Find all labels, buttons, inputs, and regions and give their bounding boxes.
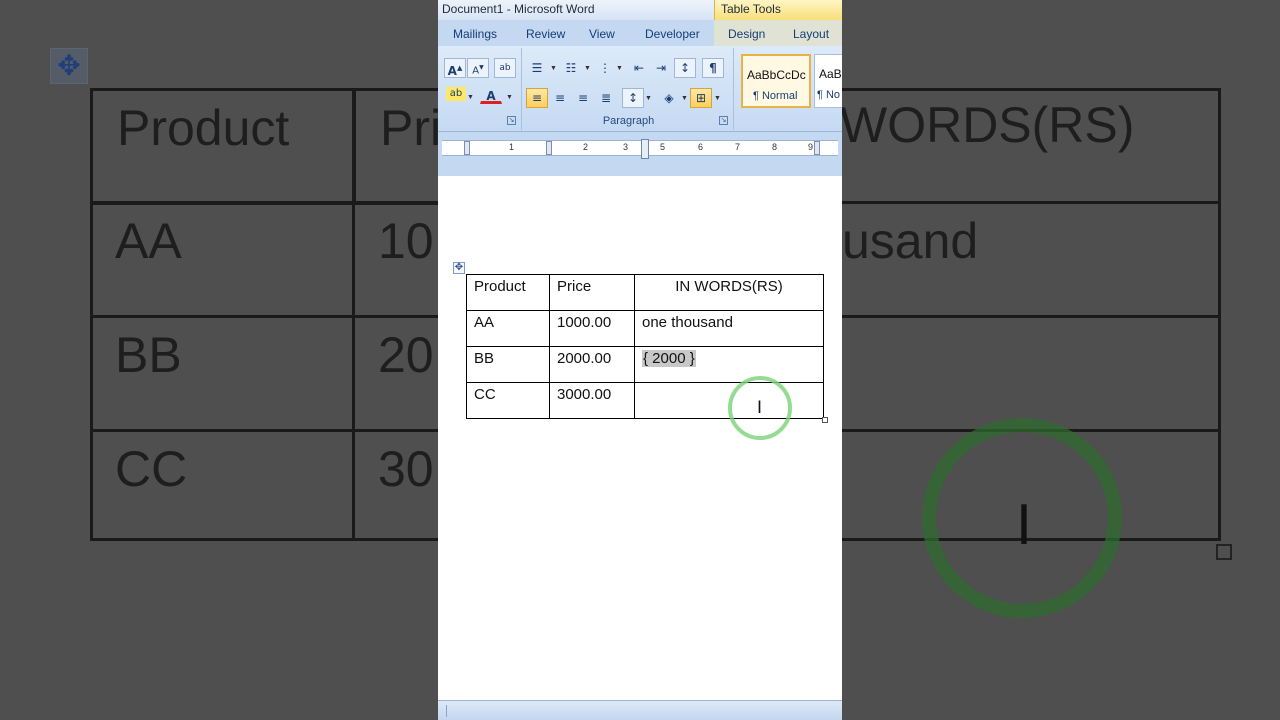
align-left-button[interactable]: ≡ bbox=[526, 88, 548, 108]
ruler-column-marker[interactable] bbox=[464, 141, 470, 155]
multilevel-list-button[interactable]: ⋮ bbox=[594, 58, 616, 78]
ruler-number: 7 bbox=[735, 142, 741, 152]
style-no-spacing-name: ¶ No bbox=[817, 89, 841, 101]
ibeam-cursor-icon: I bbox=[757, 398, 763, 418]
clear-format-button[interactable]: ab bbox=[494, 58, 516, 78]
bg-ibeam-cursor-icon: I bbox=[1016, 494, 1032, 557]
header-price[interactable]: Price bbox=[549, 274, 635, 311]
ribbon-tabs: Mailings Review View Developer Design La… bbox=[438, 20, 842, 46]
table-header-row: Product Price IN WORDS(RS) bbox=[466, 274, 824, 311]
word-window: Document1 - Microsoft Word Table Tools M… bbox=[438, 0, 842, 720]
paragraph-dialog-launcher-icon[interactable]: ↘ bbox=[719, 116, 728, 125]
ruler-number: 2 bbox=[583, 142, 589, 152]
highlight-button[interactable]: ab bbox=[446, 87, 466, 101]
tab-view[interactable]: View bbox=[589, 27, 615, 41]
cell-price[interactable]: 2000.00 bbox=[549, 346, 635, 383]
cell-words-field[interactable]: { 2000 } bbox=[634, 346, 824, 383]
tab-design[interactable]: Design bbox=[728, 27, 765, 41]
font-dialog-launcher-icon[interactable]: ↘ bbox=[507, 116, 516, 125]
font-color-button[interactable]: A bbox=[480, 86, 502, 104]
bg-col-line bbox=[352, 88, 355, 541]
align-right-button[interactable]: ≡ bbox=[572, 88, 594, 108]
clear-format-label: ab bbox=[499, 63, 511, 73]
cell-words[interactable]: one thousand bbox=[634, 310, 824, 347]
multilevel-dropdown-icon[interactable]: ▼ bbox=[616, 65, 623, 72]
window-title: Document1 - Microsoft Word bbox=[442, 2, 595, 16]
field-code[interactable]: { 2000 } bbox=[642, 350, 696, 367]
shrink-font-button[interactable]: A▼ bbox=[467, 58, 489, 78]
paragraph-group: ☰ ▼ ☷ ▼ ⋮ ▼ ⇤ ⇥ ↕ ¶ ≡ ≡ ≡ ≣ ↕ ▼ ◈ ▼ ⊞ ▼ … bbox=[524, 48, 734, 130]
ruler-number: 6 bbox=[698, 142, 704, 152]
tab-layout[interactable]: Layout bbox=[793, 27, 829, 41]
style-normal[interactable]: AaBbCcDc ¶ Normal bbox=[741, 54, 811, 108]
bg-resize-handle bbox=[1216, 544, 1232, 560]
grow-font-label: A bbox=[447, 64, 457, 78]
numbering-button[interactable]: ☷ bbox=[560, 58, 582, 78]
title-bar: Document1 - Microsoft Word Table Tools bbox=[438, 0, 842, 20]
tab-review[interactable]: Review bbox=[526, 27, 565, 41]
borders-dropdown-icon[interactable]: ▼ bbox=[714, 95, 721, 102]
highlight-label: ab bbox=[449, 88, 463, 99]
grow-font-button[interactable]: A▲ bbox=[444, 58, 466, 78]
horizontal-ruler[interactable]: 1 2 3 5 6 7 8 9 bbox=[442, 139, 838, 159]
style-normal-name: ¶ Normal bbox=[753, 90, 798, 102]
document-page[interactable]: ✥ Product Price IN WORDS(RS) AA 1000.00 … bbox=[438, 176, 842, 700]
show-marks-label: ¶ bbox=[709, 61, 717, 75]
style-normal-sample: AaBbCcDc bbox=[747, 68, 806, 82]
shading-button[interactable]: ◈ bbox=[658, 88, 680, 108]
ribbon: A▲ A▼ ab ab ▼ A ▼ ↘ ☰ ▼ ☷ ▼ ⋮ ▼ ⇤ ⇥ ↕ ¶ … bbox=[438, 46, 842, 132]
status-bar bbox=[438, 700, 842, 720]
ruler-indent-marker[interactable] bbox=[641, 139, 649, 159]
header-in-words[interactable]: IN WORDS(RS) bbox=[634, 274, 824, 311]
increase-indent-button[interactable]: ⇥ bbox=[650, 58, 672, 78]
font-color-dropdown-icon[interactable]: ▼ bbox=[506, 94, 513, 101]
sort-button[interactable]: ↕ bbox=[674, 58, 696, 78]
line-spacing-button[interactable]: ↕ bbox=[622, 88, 644, 108]
table-resize-handle[interactable] bbox=[822, 417, 828, 423]
table-move-icon: ✥ bbox=[50, 48, 88, 84]
style-no-spacing[interactable]: AaBl ¶ No bbox=[814, 54, 842, 108]
ruler-number: 9 bbox=[808, 142, 814, 152]
highlight-dropdown-icon[interactable]: ▼ bbox=[467, 94, 474, 101]
ruler-column-marker[interactable] bbox=[814, 141, 820, 155]
header-product[interactable]: Product bbox=[466, 274, 550, 311]
ruler-number: 3 bbox=[623, 142, 629, 152]
paragraph-group-label: Paragraph bbox=[602, 115, 655, 127]
cell-price[interactable]: 1000.00 bbox=[549, 310, 635, 347]
decrease-indent-button[interactable]: ⇤ bbox=[628, 58, 650, 78]
cell-product[interactable]: BB bbox=[466, 346, 550, 383]
justify-button[interactable]: ≣ bbox=[595, 88, 617, 108]
borders-button[interactable]: ⊞ bbox=[690, 88, 712, 108]
tab-mailings[interactable]: Mailings bbox=[453, 27, 497, 41]
cell-price[interactable]: 3000.00 bbox=[549, 382, 635, 419]
ruler-number: 5 bbox=[660, 142, 666, 152]
cell-product[interactable]: AA bbox=[466, 310, 550, 347]
ruler-number: 8 bbox=[772, 142, 778, 152]
show-marks-button[interactable]: ¶ bbox=[702, 58, 724, 78]
cell-product[interactable]: CC bbox=[466, 382, 550, 419]
status-divider bbox=[446, 705, 447, 717]
context-label: Table Tools bbox=[721, 2, 781, 16]
bullets-button[interactable]: ☰ bbox=[526, 58, 548, 78]
ruler-column-marker[interactable] bbox=[546, 141, 552, 155]
tab-developer[interactable]: Developer bbox=[645, 27, 700, 41]
align-center-button[interactable]: ≡ bbox=[549, 88, 571, 108]
font-color-label: A bbox=[486, 89, 496, 103]
font-group: A▲ A▼ ab ab ▼ A ▼ ↘ bbox=[438, 48, 522, 130]
table-row: AA 1000.00 one thousand bbox=[466, 310, 824, 347]
style-no-spacing-sample: AaBl bbox=[819, 67, 842, 81]
numbering-dropdown-icon[interactable]: ▼ bbox=[584, 65, 591, 72]
ruler-number: 1 bbox=[509, 142, 515, 152]
table-move-handle-icon[interactable]: ✥ bbox=[453, 262, 465, 274]
line-spacing-dropdown-icon[interactable]: ▼ bbox=[645, 95, 652, 102]
bullets-dropdown-icon[interactable]: ▼ bbox=[550, 65, 557, 72]
ruler-area: 1 2 3 5 6 7 8 9 bbox=[438, 132, 842, 176]
table-tools-context: Table Tools bbox=[714, 0, 842, 20]
shading-dropdown-icon[interactable]: ▼ bbox=[681, 95, 688, 102]
